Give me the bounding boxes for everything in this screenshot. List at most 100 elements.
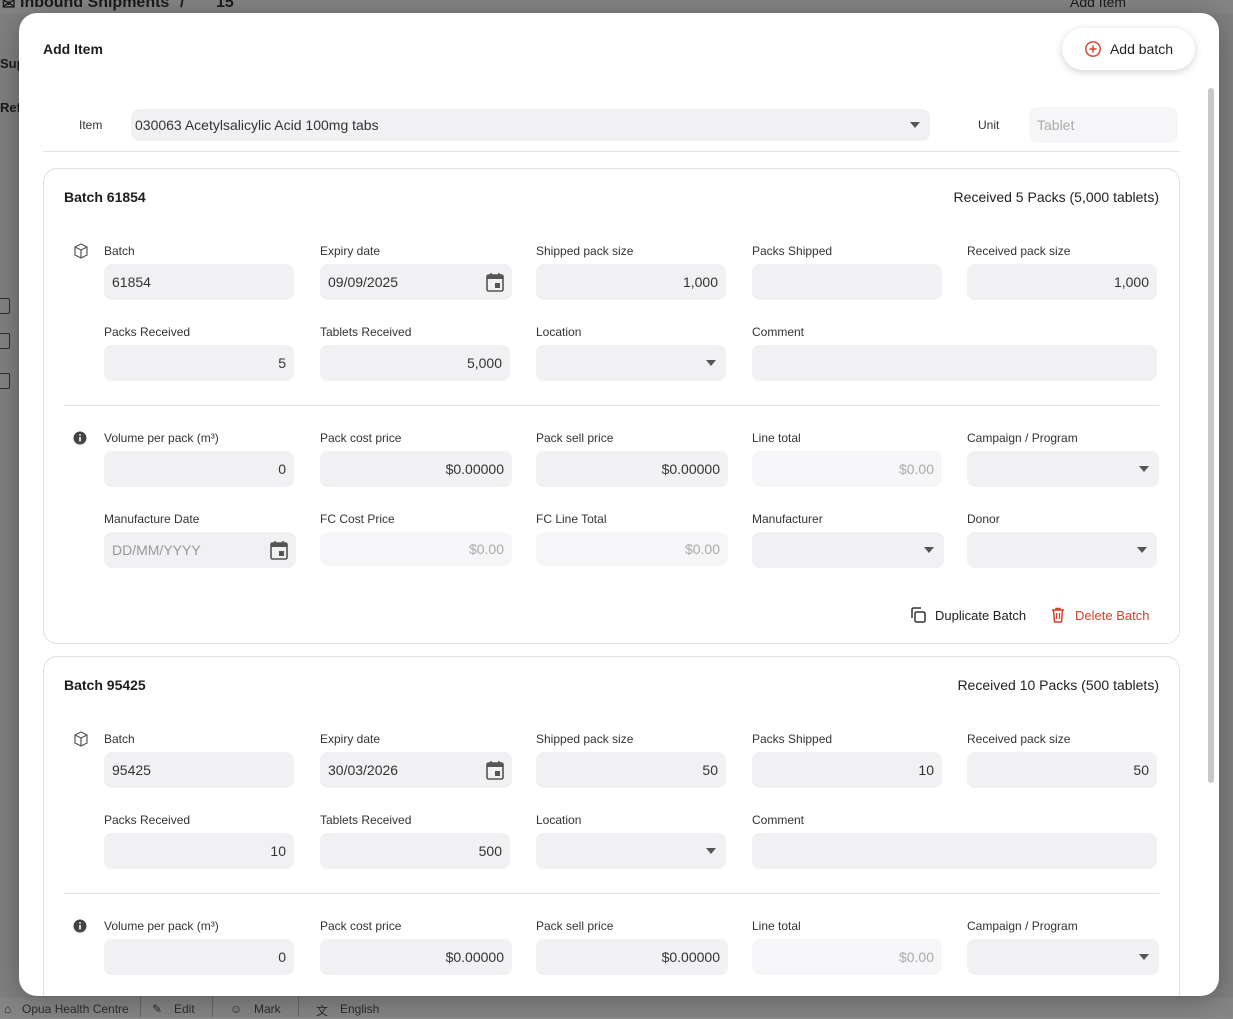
add-item-modal: Add Item Add batch Item 030063 Acetylsal… [19,13,1219,996]
line-total-label: Line total [752,431,801,445]
unit-label: Unit [978,118,1000,132]
received-pack-size-input[interactable]: 1,000 [967,264,1157,300]
chevron-down-icon [1137,547,1147,553]
manufacture-date-input[interactable]: DD/MM/YYYY [104,532,296,568]
pack-cost-label: Pack cost price [320,431,402,445]
plus-circle-icon [1085,41,1101,57]
batch-summary: Received 5 Packs (5,000 tablets) [953,189,1159,205]
line-total-field: $0.00 [752,451,942,487]
campaign-select[interactable] [967,451,1159,487]
packs-shipped-input[interactable]: 10 [752,752,942,788]
campaign-label: Campaign / Program [967,919,1078,933]
received-pack-size-label: Received pack size [967,732,1071,746]
tablets-received-input[interactable]: 5,000 [320,345,510,381]
packs-shipped-label: Packs Shipped [752,244,833,258]
expiry-date-input[interactable]: 30/03/2026 [320,752,512,788]
batch-input[interactable]: 61854 [104,264,294,300]
volume-label: Volume per pack (m³) [104,431,219,445]
comment-label: Comment [752,813,805,827]
packs-received-input[interactable]: 5 [104,345,294,381]
calendar-icon[interactable] [486,272,504,292]
manufacturer-label: Manufacturer [752,512,823,526]
shipped-pack-size-input[interactable]: 1,000 [536,264,726,300]
tablets-received-label: Tablets Received [320,325,412,339]
pack-sell-label: Pack sell price [536,919,614,933]
pack-cost-label: Pack cost price [320,919,402,933]
location-select[interactable] [536,833,726,869]
delete-batch-button[interactable]: Delete Batch [1049,606,1149,624]
chevron-down-icon [706,848,716,854]
expiry-label: Expiry date [320,244,381,258]
pack-cost-input[interactable]: $0.00000 [320,939,512,975]
info-icon[interactable] [73,919,87,933]
batch-summary: Received 10 Packs (500 tablets) [957,677,1159,693]
location-select[interactable] [536,345,726,381]
packs-shipped-input[interactable] [752,264,942,300]
batch-label: Batch [104,244,135,258]
modal-scrollbar[interactable] [1208,88,1214,783]
volume-label: Volume per pack (m³) [104,919,219,933]
fc-cost-field: $0.00 [320,532,512,566]
pack-cost-input[interactable]: $0.00000 [320,451,512,487]
chevron-down-icon [706,360,716,366]
batch-title: Batch 95425 [64,677,146,693]
add-batch-label: Add batch [1109,41,1174,57]
pack-sell-label: Pack sell price [536,431,614,445]
fc-line-total-label: FC Line Total [536,512,607,526]
shipped-pack-size-label: Shipped pack size [536,244,634,258]
manufacturer-select[interactable] [752,532,944,568]
calendar-icon[interactable] [486,760,504,780]
pack-sell-input[interactable]: $0.00000 [536,451,728,487]
received-pack-size-label: Received pack size [967,244,1071,258]
comment-input[interactable] [752,833,1157,869]
package-icon [74,243,88,259]
manufacture-date-label: Manufacture Date [104,512,200,526]
batch-label: Batch [104,732,135,746]
location-label: Location [536,325,582,339]
donor-select[interactable] [967,532,1157,568]
batch-title: Batch 61854 [64,189,146,205]
location-label: Location [536,813,582,827]
volume-input[interactable]: 0 [104,939,294,975]
package-icon [74,731,88,747]
comment-label: Comment [752,325,805,339]
packs-shipped-label: Packs Shipped [752,732,833,746]
unit-field: Tablet [1029,107,1178,143]
add-batch-button[interactable]: Add batch [1062,28,1195,70]
chevron-down-icon [1139,954,1149,960]
batch-card: Batch 61854 Received 5 Packs (5,000 tabl… [43,168,1180,644]
line-total-field: $0.00 [752,939,942,975]
pack-sell-input[interactable]: $0.00000 [536,939,728,975]
shipped-pack-size-input[interactable]: 50 [536,752,726,788]
fc-cost-label: FC Cost Price [320,512,395,526]
chevron-down-icon [1139,466,1149,472]
info-icon[interactable] [73,431,87,445]
comment-input[interactable] [752,345,1157,381]
volume-input[interactable]: 0 [104,451,294,487]
campaign-select[interactable] [967,939,1159,975]
item-row: Item 030063 Acetylsalicylic Acid 100mg t… [43,103,1180,152]
campaign-label: Campaign / Program [967,431,1078,445]
batch-input[interactable]: 95425 [104,752,294,788]
item-select[interactable]: 030063 Acetylsalicylic Acid 100mg tabs [131,109,930,141]
expiry-label: Expiry date [320,732,381,746]
copy-icon [911,607,926,623]
received-pack-size-input[interactable]: 50 [967,752,1157,788]
fc-line-total-field: $0.00 [536,532,728,566]
packs-received-input[interactable]: 10 [104,833,294,869]
tablets-received-label: Tablets Received [320,813,412,827]
donor-label: Donor [967,512,1000,526]
section-divider [64,405,1159,406]
chevron-down-icon [910,122,920,128]
chevron-down-icon [924,547,934,553]
tablets-received-input[interactable]: 500 [320,833,510,869]
section-divider [64,893,1159,894]
expiry-date-input[interactable]: 09/09/2025 [320,264,512,300]
modal-title: Add Item [43,41,103,57]
shipped-pack-size-label: Shipped pack size [536,732,634,746]
line-total-label: Line total [752,919,801,933]
trash-icon [1052,607,1064,623]
calendar-icon[interactable] [270,540,288,560]
duplicate-batch-button[interactable]: Duplicate Batch [909,606,1026,624]
item-label: Item [79,118,103,132]
